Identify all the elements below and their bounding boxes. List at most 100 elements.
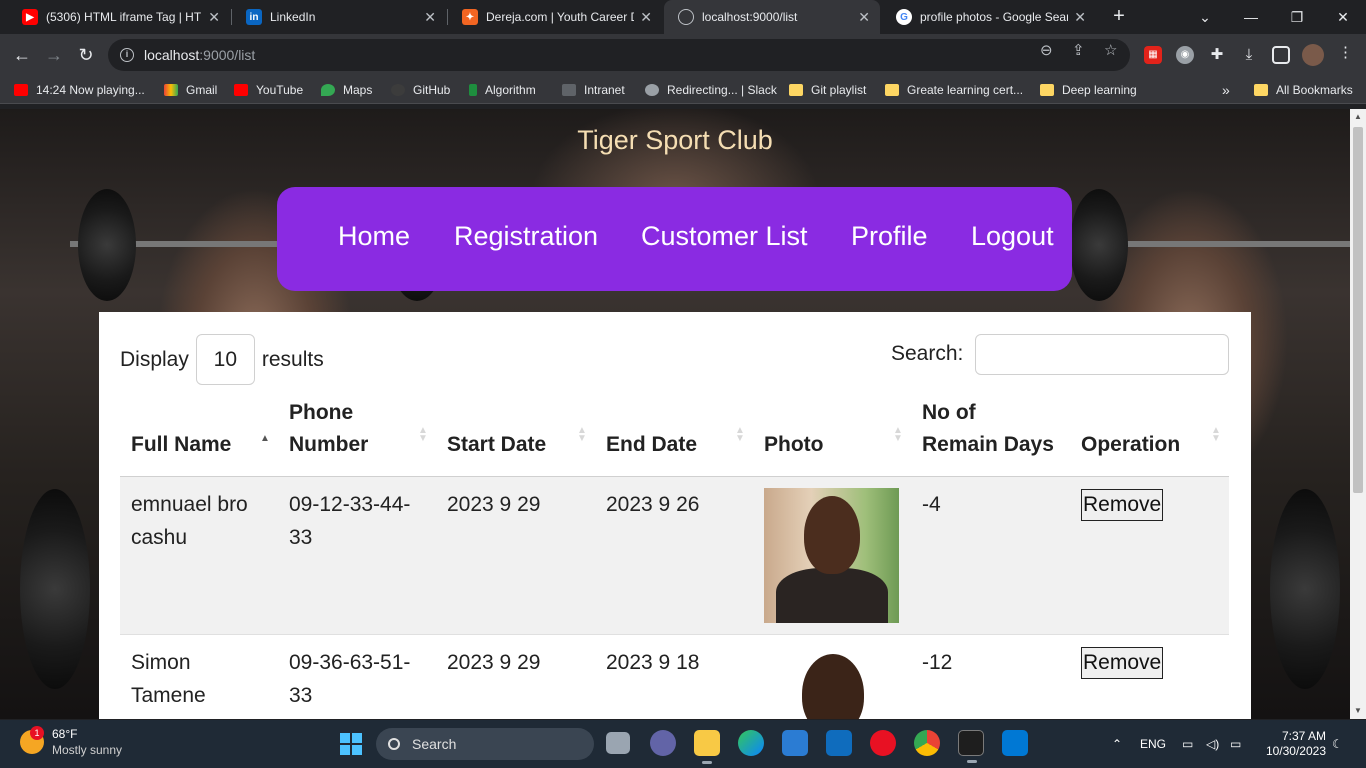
column-header-remain-days[interactable]: No of Remain Days [911, 396, 1070, 477]
restore-icon[interactable]: ❐ [1274, 0, 1320, 34]
bookmark-slack[interactable]: Redirecting... | Slack [645, 82, 777, 98]
bookmark-algorithm[interactable]: Algorithm [469, 82, 536, 98]
bookmark-label: Git playlist [811, 83, 867, 97]
file-explorer-icon[interactable] [694, 730, 720, 764]
bookmarks-overflow-chevron-icon[interactable]: » [1222, 82, 1230, 98]
input-language[interactable]: ENG [1140, 737, 1166, 751]
bookmark-gmail[interactable]: Gmail [164, 82, 217, 98]
folder-icon [789, 84, 803, 96]
scroll-up-arrow-icon[interactable]: ▲ [1350, 109, 1366, 125]
close-tab-icon[interactable]: ✕ [424, 9, 436, 26]
nav-registration-link[interactable]: Registration [454, 221, 598, 252]
opera-icon[interactable] [870, 730, 896, 756]
extension-red-icon[interactable]: ▦ [1144, 46, 1162, 64]
close-window-icon[interactable]: ✕ [1320, 0, 1366, 34]
bookmark-star-icon[interactable]: ☆ [1104, 41, 1117, 59]
notifications-moon-icon[interactable]: ☾ [1332, 737, 1343, 751]
menu-kebab-icon[interactable]: ⋮ [1338, 43, 1353, 61]
page-length-select[interactable]: 10 [195, 334, 255, 385]
taskbar-search-box[interactable]: Search [376, 728, 594, 760]
bookmark-label: All Bookmarks [1276, 83, 1353, 97]
google-icon: G [896, 9, 912, 25]
bookmark-intranet[interactable]: Intranet [562, 82, 625, 98]
nav-customer-list-link[interactable]: Customer List [641, 221, 808, 252]
browser-tab-localhost[interactable]: localhost:9000/list ✕ [664, 0, 880, 34]
browser-tab-google[interactable]: G profile photos - Google Search ✕ [882, 0, 1096, 34]
close-tab-icon[interactable]: ✕ [640, 9, 652, 26]
weather-widget[interactable]: 1 68°F Mostly sunny [20, 726, 122, 758]
scrollbar-thumb[interactable] [1353, 127, 1363, 493]
battery-icon[interactable]: ▭ [1230, 737, 1241, 751]
cell-end-date: 2023 9 26 [595, 476, 753, 635]
bookmark-label: Deep learning [1062, 83, 1137, 97]
cell-remain-days: -4 [911, 476, 1070, 635]
close-tab-icon[interactable]: ✕ [1074, 9, 1086, 26]
column-header-photo[interactable]: Photo ▲ ▼ [753, 396, 911, 477]
network-icon[interactable]: ▭ [1182, 737, 1193, 751]
nav-home-link[interactable]: Home [338, 221, 410, 252]
bookmark-deep-learning[interactable]: Deep learning [1040, 82, 1137, 98]
reload-icon[interactable]: ↻ [74, 43, 98, 67]
nav-logout-link[interactable]: Logout [971, 221, 1054, 252]
minimize-icon[interactable]: — [1228, 0, 1274, 34]
microsoft-store-icon[interactable] [782, 730, 808, 756]
vscode-icon[interactable] [1002, 730, 1028, 756]
remove-button[interactable]: Remove [1081, 488, 1164, 521]
tab-title: LinkedIn [270, 10, 316, 24]
cell-phone: 09-36-63-51-33 [278, 634, 436, 719]
clock-date: 10/30/2023 [1265, 744, 1326, 758]
dereja-icon: ✦ [462, 9, 478, 25]
bookmark-youtube[interactable]: YouTube [234, 82, 303, 98]
nav-profile-link[interactable]: Profile [851, 221, 928, 252]
weight-plate-decoration [78, 189, 136, 301]
search-input[interactable] [975, 334, 1229, 375]
browser-tab-dereja[interactable]: ✦ Dereja.com | Youth Career De ✕ [448, 0, 662, 34]
bookmark-maps[interactable]: Maps [321, 82, 372, 98]
customer-photo [764, 487, 899, 623]
extension-face-icon[interactable]: ◉ [1176, 46, 1194, 64]
maps-icon [321, 84, 335, 96]
column-header-phone-number[interactable]: Phone Number ▲ ▼ [278, 396, 436, 477]
back-arrow-icon[interactable]: ← [10, 43, 34, 67]
column-header-full-name[interactable]: Full Name ▲ [120, 396, 278, 477]
side-panel-icon[interactable] [1272, 46, 1290, 64]
task-view-icon[interactable] [606, 732, 630, 754]
tab-search-icon[interactable]: ⌄ [1182, 0, 1228, 34]
windows-start-icon[interactable] [340, 733, 362, 755]
teams-chat-icon[interactable] [650, 730, 676, 756]
bookmark-git-playlist[interactable]: Git playlist [789, 82, 866, 98]
column-header-start-date[interactable]: Start Date ▲ ▼ [436, 396, 595, 477]
sort-icon: ▲ ▼ [418, 424, 428, 444]
edge-browser-icon[interactable] [738, 730, 764, 756]
zoom-icon[interactable]: ⊖ [1040, 41, 1053, 59]
new-tab-button[interactable]: + [1108, 5, 1130, 27]
profile-avatar[interactable] [1302, 44, 1324, 66]
chrome-icon[interactable] [914, 730, 940, 756]
browser-toolbar: ← → ↻ i localhost:9000/list ⊖ ⇪ ☆ ▦ ◉ ✚ … [0, 34, 1366, 76]
column-header-operation[interactable]: Operation ▲ ▼ [1070, 396, 1229, 477]
outlook-icon[interactable] [826, 730, 852, 756]
bookmark-now-playing[interactable]: 14:24 Now playing... [14, 82, 145, 98]
site-info-icon[interactable]: i [120, 48, 134, 62]
all-bookmarks[interactable]: All Bookmarks [1254, 82, 1353, 98]
browser-tab-youtube[interactable]: ▶ (5306) HTML iframe Tag | HTML ✕ [8, 0, 230, 34]
table-row: emnuael bro cashu 09-12-33-44-33 2023 9 … [120, 476, 1229, 635]
column-header-end-date[interactable]: End Date ▲ ▼ [595, 396, 753, 477]
close-tab-icon[interactable]: ✕ [858, 9, 870, 26]
browser-tab-linkedin[interactable]: in LinkedIn ✕ [232, 0, 446, 34]
remove-button[interactable]: Remove [1081, 646, 1164, 679]
share-icon[interactable]: ⇪ [1072, 41, 1085, 59]
taskbar-clock[interactable]: 7:37 AM 10/30/2023 [1258, 729, 1326, 759]
volume-icon[interactable]: ◁) [1206, 737, 1219, 751]
page-scrollbar[interactable]: ▲ ▼ [1350, 109, 1366, 719]
terminal-icon[interactable] [958, 730, 984, 763]
scroll-down-arrow-icon[interactable]: ▼ [1350, 703, 1366, 719]
tray-chevron-up-icon[interactable]: ⌃ [1112, 737, 1122, 751]
forward-arrow-icon[interactable]: → [42, 43, 66, 67]
extensions-puzzle-icon[interactable]: ✚ [1208, 46, 1226, 64]
bookmark-github[interactable]: GitHub [391, 82, 450, 98]
bookmark-great-learning[interactable]: Greate learning cert... [885, 82, 1023, 98]
close-tab-icon[interactable]: ✕ [208, 9, 220, 26]
download-icon[interactable]: ⤓ [1240, 46, 1258, 64]
address-bar[interactable]: i localhost:9000/list [108, 39, 1130, 71]
